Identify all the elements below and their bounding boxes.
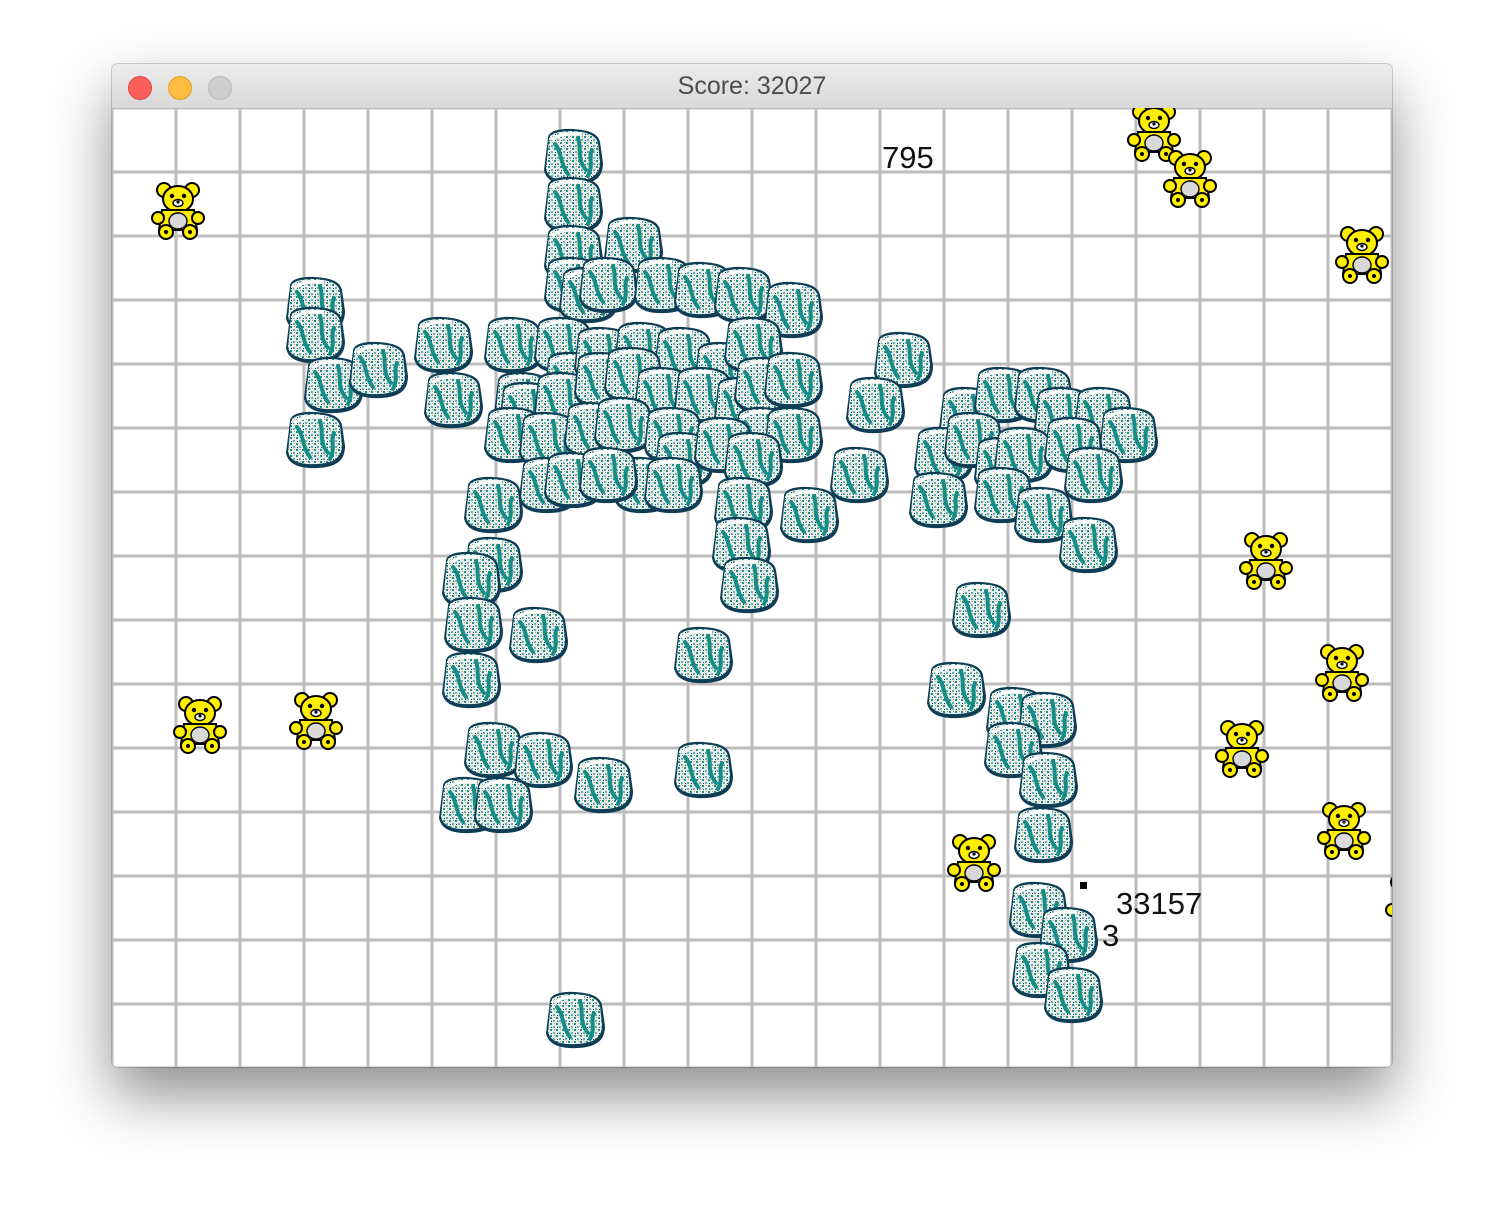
snow-rock (577, 444, 640, 506)
snow-rock (718, 554, 781, 616)
snow-rock (542, 174, 605, 236)
snow-rock (828, 444, 891, 506)
game-board[interactable]: 795 33157 3 (112, 108, 1392, 1067)
snow-rock (592, 394, 655, 456)
snow-rock (672, 624, 735, 686)
floating-number: 33157 (1116, 886, 1202, 921)
yellow-teddy-bear (947, 834, 1001, 892)
yellow-teddy-bear (289, 692, 343, 750)
board-canvas[interactable]: 795 33157 3 (112, 108, 1392, 1067)
snow-rock (544, 989, 607, 1051)
snow-rock (284, 409, 347, 471)
snow-rock (412, 314, 475, 376)
snow-rock (950, 579, 1013, 641)
snow-rock (462, 474, 525, 536)
snow-rock (512, 729, 575, 791)
floating-number: 3 (1102, 918, 1119, 953)
snow-rock (507, 604, 570, 666)
snow-rock (1017, 749, 1080, 811)
snow-rock (577, 254, 640, 316)
snow-rock (284, 304, 347, 366)
yellow-teddy-bear (173, 696, 227, 754)
snow-rock (542, 126, 605, 188)
snow-rock (1042, 964, 1105, 1026)
yellow-teddy-bear (151, 182, 205, 240)
snow-rock (442, 594, 505, 656)
snow-rock (712, 264, 775, 326)
player-cursor (1080, 882, 1087, 889)
snow-rock (347, 339, 410, 401)
snow-rock (778, 484, 841, 546)
snow-rock (844, 374, 907, 436)
snow-rock (762, 349, 825, 411)
snow-rock (462, 719, 525, 781)
snow-rock (422, 369, 485, 431)
snow-rock (672, 739, 735, 801)
yellow-teddy-bear (1315, 644, 1369, 702)
snow-rock (925, 659, 988, 721)
bear-layer (151, 108, 1392, 932)
snow-rock (572, 754, 635, 816)
game-window: Score: 32027 795 33157 3 (112, 64, 1392, 1067)
yellow-teddy-bear (1317, 802, 1371, 860)
title-bar[interactable]: Score: 32027 (112, 64, 1392, 109)
yellow-teddy-bear (1335, 226, 1389, 284)
snow-rock (482, 314, 545, 376)
snow-rock (642, 454, 705, 516)
yellow-teddy-bear (1239, 532, 1293, 590)
yellow-teddy-bear (1163, 150, 1217, 208)
snow-rock (1057, 514, 1120, 576)
snow-rock (472, 774, 535, 836)
snow-rock (907, 469, 970, 531)
snow-rock (1012, 804, 1075, 866)
rock-layer (284, 126, 1160, 1051)
floating-number: 795 (882, 140, 934, 175)
window-title: Score: 32027 (677, 72, 827, 100)
snow-rock (440, 649, 503, 711)
snow-rock (1062, 444, 1125, 506)
